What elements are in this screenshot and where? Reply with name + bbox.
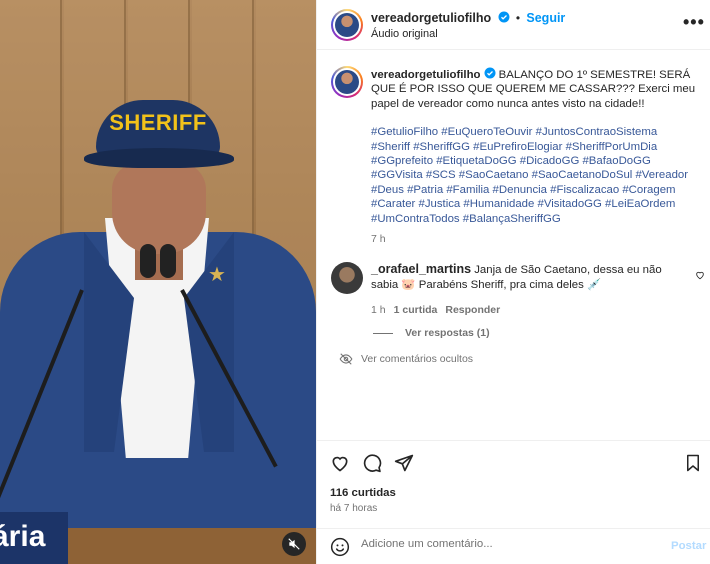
separator-dot: • [515,11,521,25]
author-username[interactable]: vereadorgetuliofilho [371,11,491,25]
commenter-username[interactable]: _orafael_martins [371,262,471,276]
post-video[interactable]: SHERIFF ★ ária [0,0,316,564]
hashtag-list[interactable]: #GetulioFilho #EuQueroTeOuvir #JuntosCon… [371,126,688,224]
posted-time[interactable]: há 7 horas [330,503,377,514]
star-badge-icon: ★ [208,264,226,286]
replies-divider [373,332,393,334]
post-comment-button[interactable]: Postar [671,540,706,552]
comment-like-heart-icon[interactable] [695,270,705,280]
comment: _orafael_martins Janja de São Caetano, d… [371,262,691,318]
comment-time: 1 h [371,304,386,316]
caption-time: 7 h [371,233,386,246]
post-caption: vereadorgetuliofilho BALANÇO DO 1º SEMES… [371,67,697,246]
more-horizontal-icon[interactable]: ••• [683,12,705,33]
share-send-icon[interactable] [394,453,414,473]
view-replies-button[interactable]: Ver respostas (1) [373,327,490,339]
hidden-comments-label: Ver comentários ocultos [361,353,474,365]
post-details-panel: vereadorgetuliofilho • Seguir Áudio orig… [316,0,710,564]
muted-speaker-icon [288,538,300,550]
caption-hashtags[interactable]: #GetulioFilho #EuQueroTeOuvir #JuntosCon… [371,125,697,226]
post-header: vereadorgetuliofilho • Seguir Áudio orig… [317,0,710,50]
eye-slash-icon [339,353,353,365]
lower-third-caption: ária [0,512,68,564]
reply-button[interactable]: Responder [445,304,500,316]
caption-avatar[interactable] [331,66,363,98]
caption-username[interactable]: vereadorgetuliofilho [371,69,481,81]
verified-badge-icon [498,11,509,23]
comment-input[interactable] [361,538,641,550]
comment-bubble-icon[interactable] [362,453,382,473]
cap-text: SHERIFF [109,110,207,135]
likes-count[interactable]: 116 curtidas [330,487,396,499]
verified-badge-icon [484,67,495,79]
audio-label[interactable]: Áudio original [371,28,438,40]
microphone [160,244,176,278]
view-replies-label: Ver respostas (1) [405,327,490,339]
hidden-comments-button[interactable]: Ver comentários ocultos [339,352,473,366]
comment-meta: 1 h 1 curtida Responder [371,303,691,318]
microphone [140,244,156,278]
face [112,162,206,254]
cap-brim [84,148,234,168]
follow-button[interactable]: Seguir [526,11,565,25]
emoji-smiley-icon[interactable] [330,537,350,557]
bookmark-icon[interactable] [684,453,702,473]
comment-composer: Postar [317,528,710,564]
commenter-avatar[interactable] [331,262,363,294]
comment-likes[interactable]: 1 curtida [394,304,438,316]
mute-button[interactable] [282,532,306,556]
author-avatar[interactable] [331,9,363,41]
like-heart-icon[interactable] [330,453,350,473]
